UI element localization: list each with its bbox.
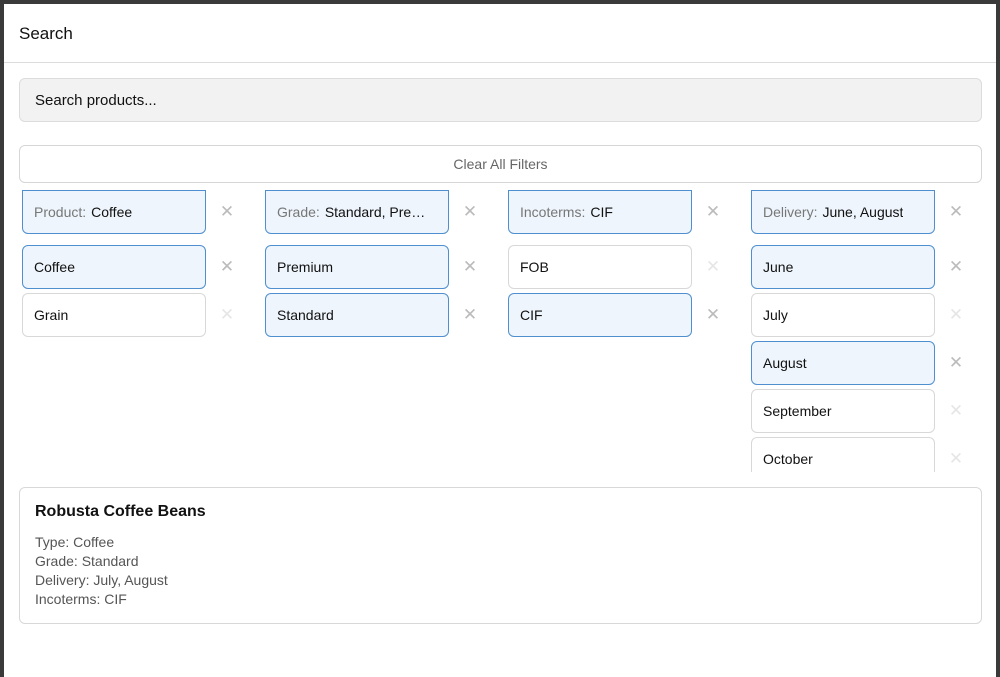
result-incoterms: Incoterms: CIF xyxy=(35,591,127,607)
filter-value: Standard, Premium xyxy=(324,204,437,220)
clear-all-filters-button[interactable]: Clear All Filters xyxy=(19,145,982,183)
filter-summary-delivery[interactable]: Delivery: June, August xyxy=(751,190,935,234)
option-label: Premium xyxy=(277,259,334,275)
close-icon: ✕ xyxy=(948,305,964,324)
option-label: August xyxy=(763,355,807,371)
option-label: Standard xyxy=(277,307,334,323)
close-icon[interactable]: ✕ xyxy=(948,203,964,220)
option-label: Grain xyxy=(34,307,69,323)
close-icon[interactable]: ✕ xyxy=(462,258,478,275)
filter-option-cif[interactable]: CIF xyxy=(508,293,692,337)
result-card[interactable]: Robusta Coffee Beans Type: Coffee Grade:… xyxy=(19,487,982,624)
option-label: October xyxy=(763,451,813,467)
option-label: July xyxy=(763,307,788,323)
close-icon: ✕ xyxy=(948,449,964,468)
filter-option-standard[interactable]: Standard xyxy=(265,293,449,337)
close-icon[interactable]: ✕ xyxy=(948,354,964,371)
filter-label: Incoterms: xyxy=(520,204,586,220)
option-label: September xyxy=(763,403,832,419)
filter-label: Product: xyxy=(34,204,87,220)
filter-summary-grade[interactable]: Grade: Standard, Premium xyxy=(265,190,449,234)
close-icon[interactable]: ✕ xyxy=(948,258,964,275)
option-label: FOB xyxy=(520,259,549,275)
filter-option-june[interactable]: June xyxy=(751,245,935,289)
close-icon[interactable]: ✕ xyxy=(219,203,235,220)
search-input[interactable] xyxy=(19,78,982,122)
option-label: June xyxy=(763,259,794,275)
filter-value: Coffee xyxy=(91,204,133,220)
filter-option-october[interactable]: October xyxy=(751,437,935,472)
filter-option-july[interactable]: July xyxy=(751,293,935,337)
close-icon: ✕ xyxy=(705,257,721,276)
close-icon[interactable]: ✕ xyxy=(462,203,478,220)
filter-summary-product[interactable]: Product: Coffee xyxy=(22,190,206,234)
filter-option-august[interactable]: August xyxy=(751,341,935,385)
filter-option-premium[interactable]: Premium xyxy=(265,245,449,289)
result-grade: Grade: Standard xyxy=(35,553,139,569)
close-icon: ✕ xyxy=(219,305,235,324)
option-label: Coffee xyxy=(34,259,75,275)
close-icon[interactable]: ✕ xyxy=(219,258,235,275)
option-label: CIF xyxy=(520,307,543,323)
close-icon: ✕ xyxy=(948,401,964,420)
filter-option-grain[interactable]: Grain xyxy=(22,293,206,337)
page-header: Search xyxy=(4,4,996,63)
close-icon[interactable]: ✕ xyxy=(705,306,721,323)
filter-summary-incoterms[interactable]: Incoterms: CIF xyxy=(508,190,692,234)
filter-label: Delivery: xyxy=(763,204,818,220)
result-delivery: Delivery: July, August xyxy=(35,572,168,588)
filter-value: CIF xyxy=(590,204,613,220)
result-type: Type: Coffee xyxy=(35,534,115,550)
page-title: Search xyxy=(19,24,73,43)
result-title: Robusta Coffee Beans xyxy=(35,503,206,520)
filter-option-coffee[interactable]: Coffee xyxy=(22,245,206,289)
close-icon[interactable]: ✕ xyxy=(462,306,478,323)
close-icon[interactable]: ✕ xyxy=(705,203,721,220)
filter-option-september[interactable]: September xyxy=(751,389,935,433)
filter-panel: Product: Coffee ✕ Coffee ✕ Grain ✕ Grade… xyxy=(0,190,1000,472)
filter-option-fob[interactable]: FOB xyxy=(508,245,692,289)
filter-value: June, August xyxy=(822,204,904,220)
filter-label: Grade: xyxy=(277,204,320,220)
